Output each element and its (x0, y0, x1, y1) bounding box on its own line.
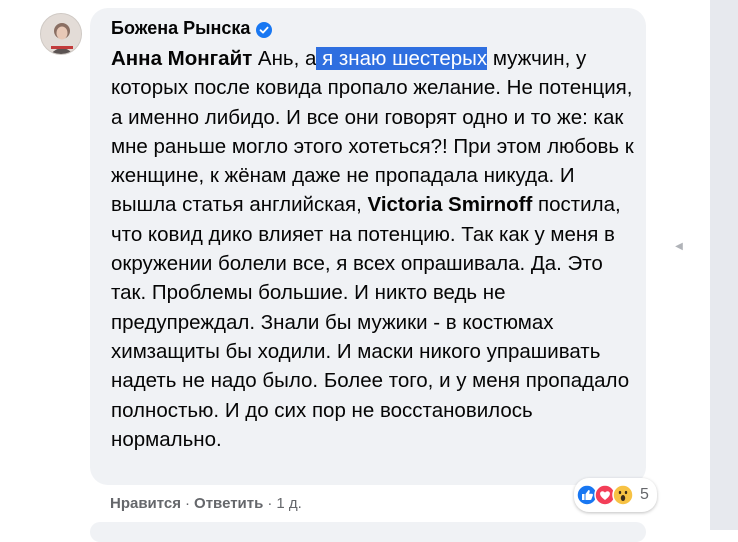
comment-text-part: мужчин, у которых после ковида пропало ж… (111, 47, 634, 217)
selected-text: я знаю шестерых (316, 47, 488, 70)
reactions-summary[interactable]: 5 (574, 478, 657, 512)
author-name[interactable]: Божена Рынска (111, 16, 250, 40)
right-scroll-panel (710, 0, 738, 530)
like-button[interactable]: Нравится (110, 495, 181, 512)
comment-text-part: постила, что ковид дико влияет на потенц… (111, 193, 630, 451)
collapse-arrow-icon[interactable]: ◀ (672, 240, 686, 254)
timestamp[interactable]: 1 д. (276, 495, 301, 512)
mention-link[interactable]: Victoria Smirnoff (368, 193, 533, 216)
wow-reaction-icon (612, 484, 634, 506)
comment-actions: Нравится · Ответить · 1 д. (110, 492, 302, 516)
separator: · (185, 495, 191, 512)
reaction-count: 5 (640, 486, 649, 503)
verified-badge-icon (256, 20, 273, 38)
next-comment-bubble (90, 522, 646, 542)
comment-text: Анна Монгайт Ань, а я знаю шестерых мужч… (111, 44, 641, 454)
comment-author[interactable]: Божена Рынска (111, 16, 273, 40)
avatar[interactable] (40, 13, 82, 55)
reply-button[interactable]: Ответить (194, 495, 263, 512)
mention-link[interactable]: Анна Монгайт (111, 47, 252, 70)
separator: · (267, 495, 273, 512)
comment-text-part: Ань, а (252, 47, 317, 70)
